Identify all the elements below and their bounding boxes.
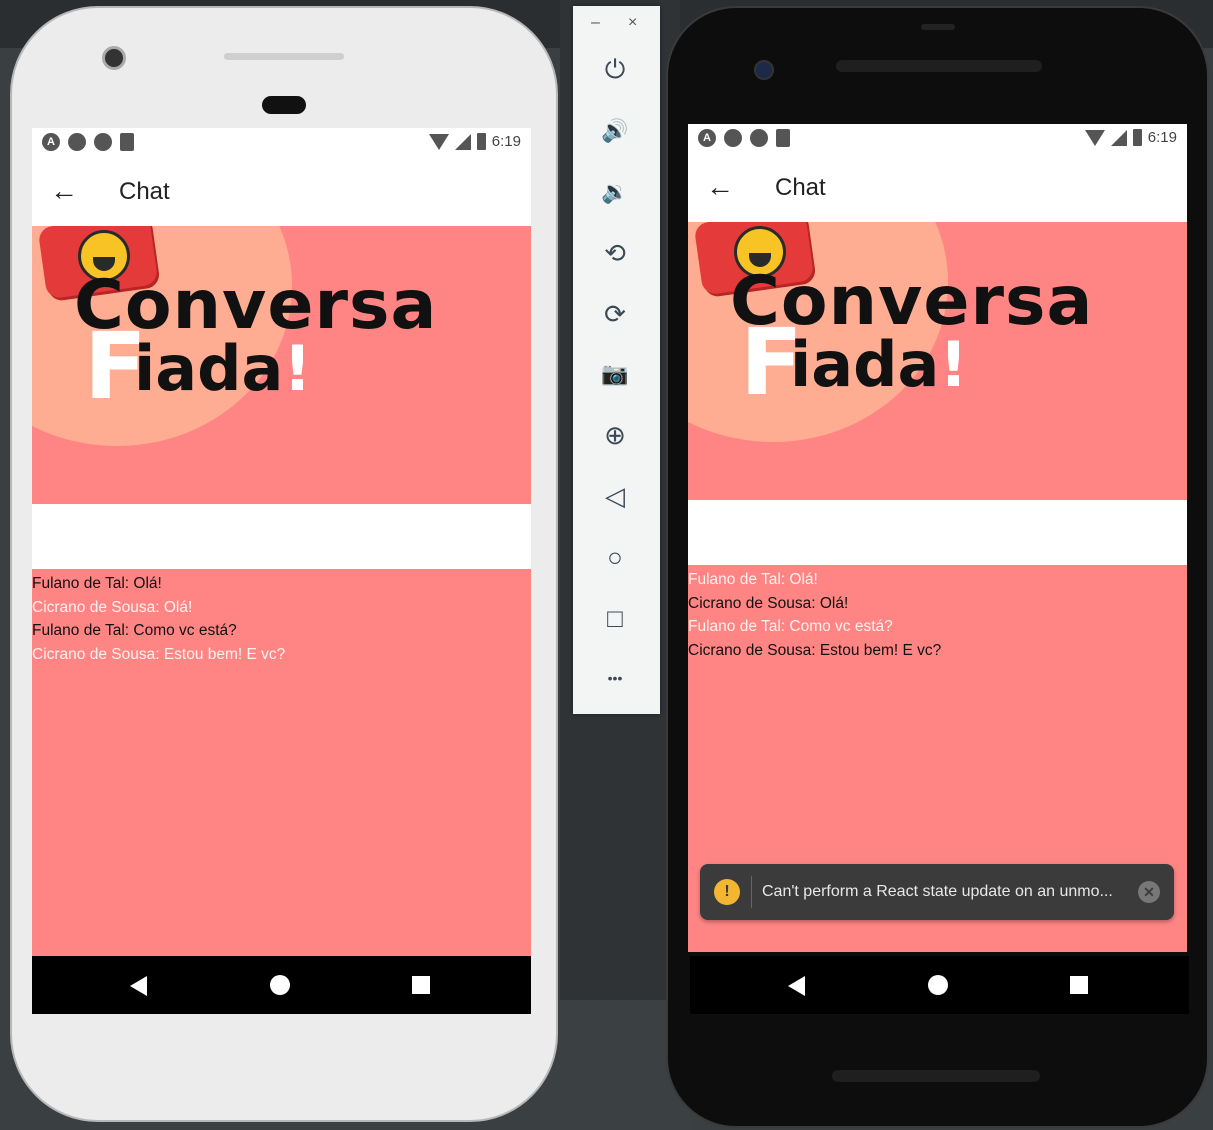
status-time: 6:19 — [1147, 129, 1177, 146]
toast-divider — [751, 876, 752, 908]
top-slit — [921, 24, 955, 30]
logo-banner: Conversa F iada! — [688, 222, 1187, 500]
overview-icon[interactable]: □ — [595, 598, 635, 638]
nav-recent-apps-icon[interactable] — [1070, 976, 1088, 994]
system-nav-bar — [32, 956, 531, 1014]
notification-a-icon: A — [42, 133, 60, 151]
notification-icons: A — [42, 133, 134, 151]
proximity-sensor — [262, 96, 306, 114]
wifi-icon — [1084, 129, 1105, 146]
volume-up-icon[interactable]: 🔊 — [595, 111, 635, 151]
back-arrow-icon[interactable]: ← — [50, 174, 78, 208]
message-item: Cicrano de Sousa: Estou bem! E vc? — [688, 641, 942, 659]
more-icon[interactable]: ••• — [595, 658, 635, 698]
logo-text-iada-word: iada — [790, 328, 940, 401]
signal-icon — [454, 133, 471, 150]
react-warning-toast[interactable]: ! Can't perform a React state update on … — [700, 864, 1174, 920]
front-camera — [754, 60, 774, 80]
circle-icon — [94, 133, 112, 151]
wifi-icon — [428, 133, 449, 150]
status-bar: A 6:19 — [32, 128, 531, 158]
rotate-left-icon[interactable]: ⟲ — [595, 233, 635, 273]
earpiece-speaker — [224, 53, 344, 60]
nav-back-icon[interactable] — [130, 976, 147, 996]
message-item: Cicrano de Sousa: Estou bem! E vc? — [32, 645, 286, 663]
app-bar: ← Chat — [32, 158, 531, 226]
message-input[interactable] — [32, 504, 531, 569]
nav-home-icon[interactable] — [928, 975, 948, 995]
toast-message: Can't perform a React state update on an… — [762, 883, 1113, 900]
notification-a-icon: A — [698, 129, 716, 147]
page-title: Chat — [775, 174, 826, 201]
message-item: Fulano de Tal: Como vc está? — [32, 622, 237, 639]
message-input[interactable] — [688, 500, 1187, 565]
message-item: Cicrano de Sousa: Olá! — [688, 594, 849, 612]
battery-icon — [1132, 129, 1142, 146]
status-bar: A 6:19 — [688, 124, 1187, 154]
page-title: Chat — [119, 178, 170, 205]
app-bar: ← Chat — [688, 154, 1187, 222]
nav-home-icon[interactable] — [270, 975, 290, 995]
circle-icon — [750, 129, 768, 147]
warning-icon: ! — [714, 879, 740, 905]
signal-icon — [1110, 129, 1127, 146]
camera-icon[interactable]: 📷 — [595, 354, 635, 394]
notification-icons: A — [698, 129, 790, 147]
system-nav-bar — [690, 956, 1189, 1014]
power-icon[interactable]: ⏻ — [595, 50, 635, 90]
shield-icon — [724, 129, 742, 147]
logo-text-iada: iada! — [134, 338, 312, 400]
volume-down-icon[interactable]: 🔉 — [595, 172, 635, 212]
earpiece-speaker — [836, 60, 1042, 72]
message-item: Fulano de Tal: Como vc está? — [688, 618, 893, 635]
bottom-speaker — [832, 1070, 1040, 1082]
message-list: Fulano de Tal: Olá! Cicrano de Sousa: Ol… — [688, 568, 1187, 662]
rotate-right-icon[interactable]: ⟳ — [595, 294, 635, 334]
logo-banner: Conversa F iada! — [32, 226, 531, 504]
logo-text-iada-word: iada — [134, 332, 284, 405]
emulator-toolbar: – × ⏻ 🔊 🔉 ⟲ ⟳ 📷 ⊕ ◁ ○ □ ••• — [573, 6, 660, 714]
message-list: Fulano de Tal: Olá! Cicrano de Sousa: Ol… — [32, 572, 531, 666]
minimize-button[interactable]: – — [591, 14, 600, 32]
message-item: Cicrano de Sousa: Olá! — [32, 598, 193, 616]
nav-back-icon[interactable] — [788, 976, 805, 996]
zoom-icon[interactable]: ⊕ — [595, 415, 635, 455]
phone-screen-2: A 6:19 ← Chat Conversa F iada! Fulano de… — [688, 124, 1187, 952]
back-icon[interactable]: ◁ — [595, 476, 635, 516]
close-button[interactable]: × — [628, 14, 637, 32]
logo-exclamation: ! — [939, 328, 968, 401]
logo-text-iada: iada! — [790, 334, 968, 396]
home-icon[interactable]: ○ — [595, 537, 635, 577]
status-time: 6:19 — [491, 133, 521, 150]
front-camera — [102, 46, 126, 70]
nav-recent-apps-icon[interactable] — [412, 976, 430, 994]
logo-exclamation: ! — [283, 332, 312, 405]
back-arrow-icon[interactable]: ← — [706, 170, 734, 204]
shield-icon — [68, 133, 86, 151]
close-icon[interactable]: ✕ — [1138, 881, 1160, 903]
sd-card-icon — [776, 129, 790, 147]
message-item: Fulano de Tal: Olá! — [32, 575, 162, 592]
battery-icon — [476, 133, 486, 150]
message-item: Fulano de Tal: Olá! — [688, 571, 818, 588]
phone-screen-1: A 6:19 ← Chat Conversa F iada! Fulano de… — [32, 128, 531, 1014]
sd-card-icon — [120, 133, 134, 151]
